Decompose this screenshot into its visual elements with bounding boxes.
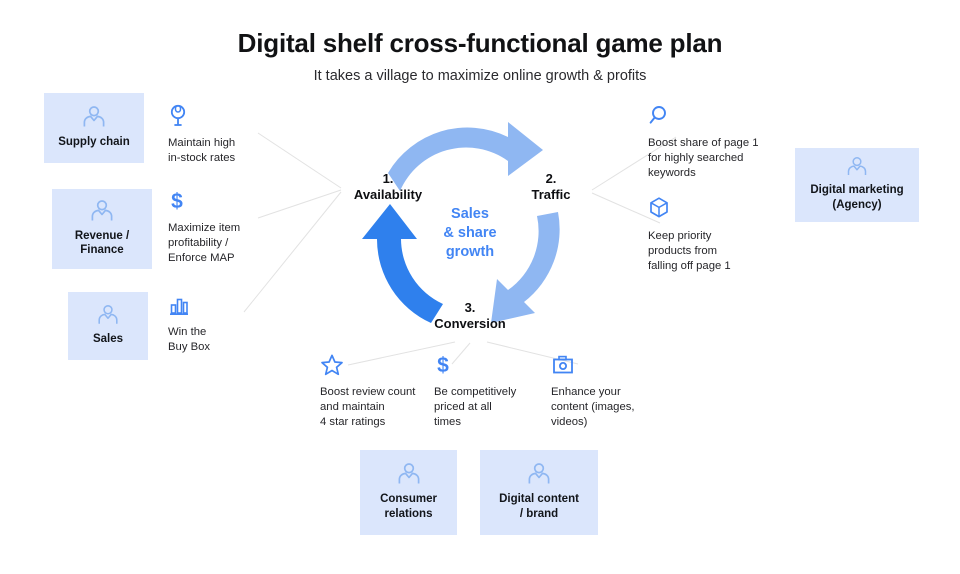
svg-text:$: $ bbox=[171, 190, 183, 213]
person-icon bbox=[83, 105, 105, 127]
note-text: Keep priority products from falling off … bbox=[648, 230, 731, 273]
note-text: Win the Buy Box bbox=[168, 326, 211, 354]
note-text: Be competitively priced at all times bbox=[434, 386, 517, 429]
role-label: Revenue / Finance bbox=[74, 229, 130, 256]
note-boost-review-count[interactable]: Boost review count and maintain 4 star r… bbox=[320, 352, 432, 430]
note-text: Enhance your content (images, videos) bbox=[551, 386, 635, 429]
note-text: Maintain high in-stock rates bbox=[168, 137, 236, 165]
note-competitively-priced[interactable]: $ Be competitively priced at all times bbox=[434, 352, 540, 430]
role-box-sales[interactable]: Sales bbox=[68, 292, 148, 360]
dollar-icon: $ bbox=[437, 354, 449, 377]
box-icon bbox=[650, 197, 668, 218]
person-icon bbox=[528, 463, 550, 484]
note-enhance-content[interactable]: Enhance your content (images, videos) bbox=[551, 352, 657, 430]
role-label: Supply chain bbox=[58, 135, 130, 148]
cycle-node-conversion[interactable]: 3. Conversion bbox=[415, 300, 525, 333]
role-label: Consumer relations bbox=[380, 493, 437, 520]
note-win-buy-box[interactable]: Win the Buy Box bbox=[168, 292, 276, 355]
cycle-node-traffic[interactable]: 2. Traffic bbox=[506, 171, 596, 204]
role-box-revenue-finance[interactable]: Revenue / Finance bbox=[52, 189, 152, 269]
role-label: Digital marketing (Agency) bbox=[810, 184, 904, 211]
star-icon bbox=[321, 354, 343, 376]
note-boost-share-page-1[interactable]: Boost share of page 1 for highly searche… bbox=[648, 103, 774, 181]
person-icon bbox=[847, 157, 867, 176]
note-text: Maximize item profitability / Enforce MA… bbox=[168, 222, 241, 265]
dollar-icon: $ bbox=[171, 190, 183, 213]
role-box-digital-marketing[interactable]: Digital marketing (Agency) bbox=[795, 148, 919, 222]
person-icon bbox=[91, 199, 113, 221]
globe-icon bbox=[170, 104, 186, 126]
note-text: Boost share of page 1 for highly searche… bbox=[648, 137, 759, 180]
note-maximize-profitability[interactable]: $ Maximize item profitability / Enforce … bbox=[168, 188, 276, 266]
person-icon bbox=[398, 463, 419, 484]
diagram-canvas: Digital shelf cross-functional game plan… bbox=[0, 0, 960, 574]
role-label: Sales bbox=[92, 332, 124, 345]
svg-text:$: $ bbox=[437, 354, 449, 377]
person-icon bbox=[98, 304, 118, 324]
role-box-supply-chain[interactable]: Supply chain bbox=[44, 93, 144, 163]
role-label: Digital content / brand bbox=[499, 493, 579, 520]
cycle-node-availability[interactable]: 1. Availability bbox=[333, 171, 443, 204]
note-maintain-in-stock[interactable]: Maintain high in-stock rates bbox=[168, 103, 276, 166]
camera-icon bbox=[553, 355, 573, 374]
role-box-digital-content-brand[interactable]: Digital content / brand bbox=[480, 450, 598, 535]
note-keep-priority-products[interactable]: Keep priority products from falling off … bbox=[648, 196, 760, 274]
search-icon bbox=[649, 106, 666, 124]
cycle-center-label: Sales & share growth bbox=[443, 206, 497, 261]
bar-chart-icon bbox=[170, 298, 188, 316]
role-box-consumer-relations[interactable]: Consumer relations bbox=[360, 450, 457, 535]
note-text: Boost review count and maintain 4 star r… bbox=[320, 386, 416, 429]
